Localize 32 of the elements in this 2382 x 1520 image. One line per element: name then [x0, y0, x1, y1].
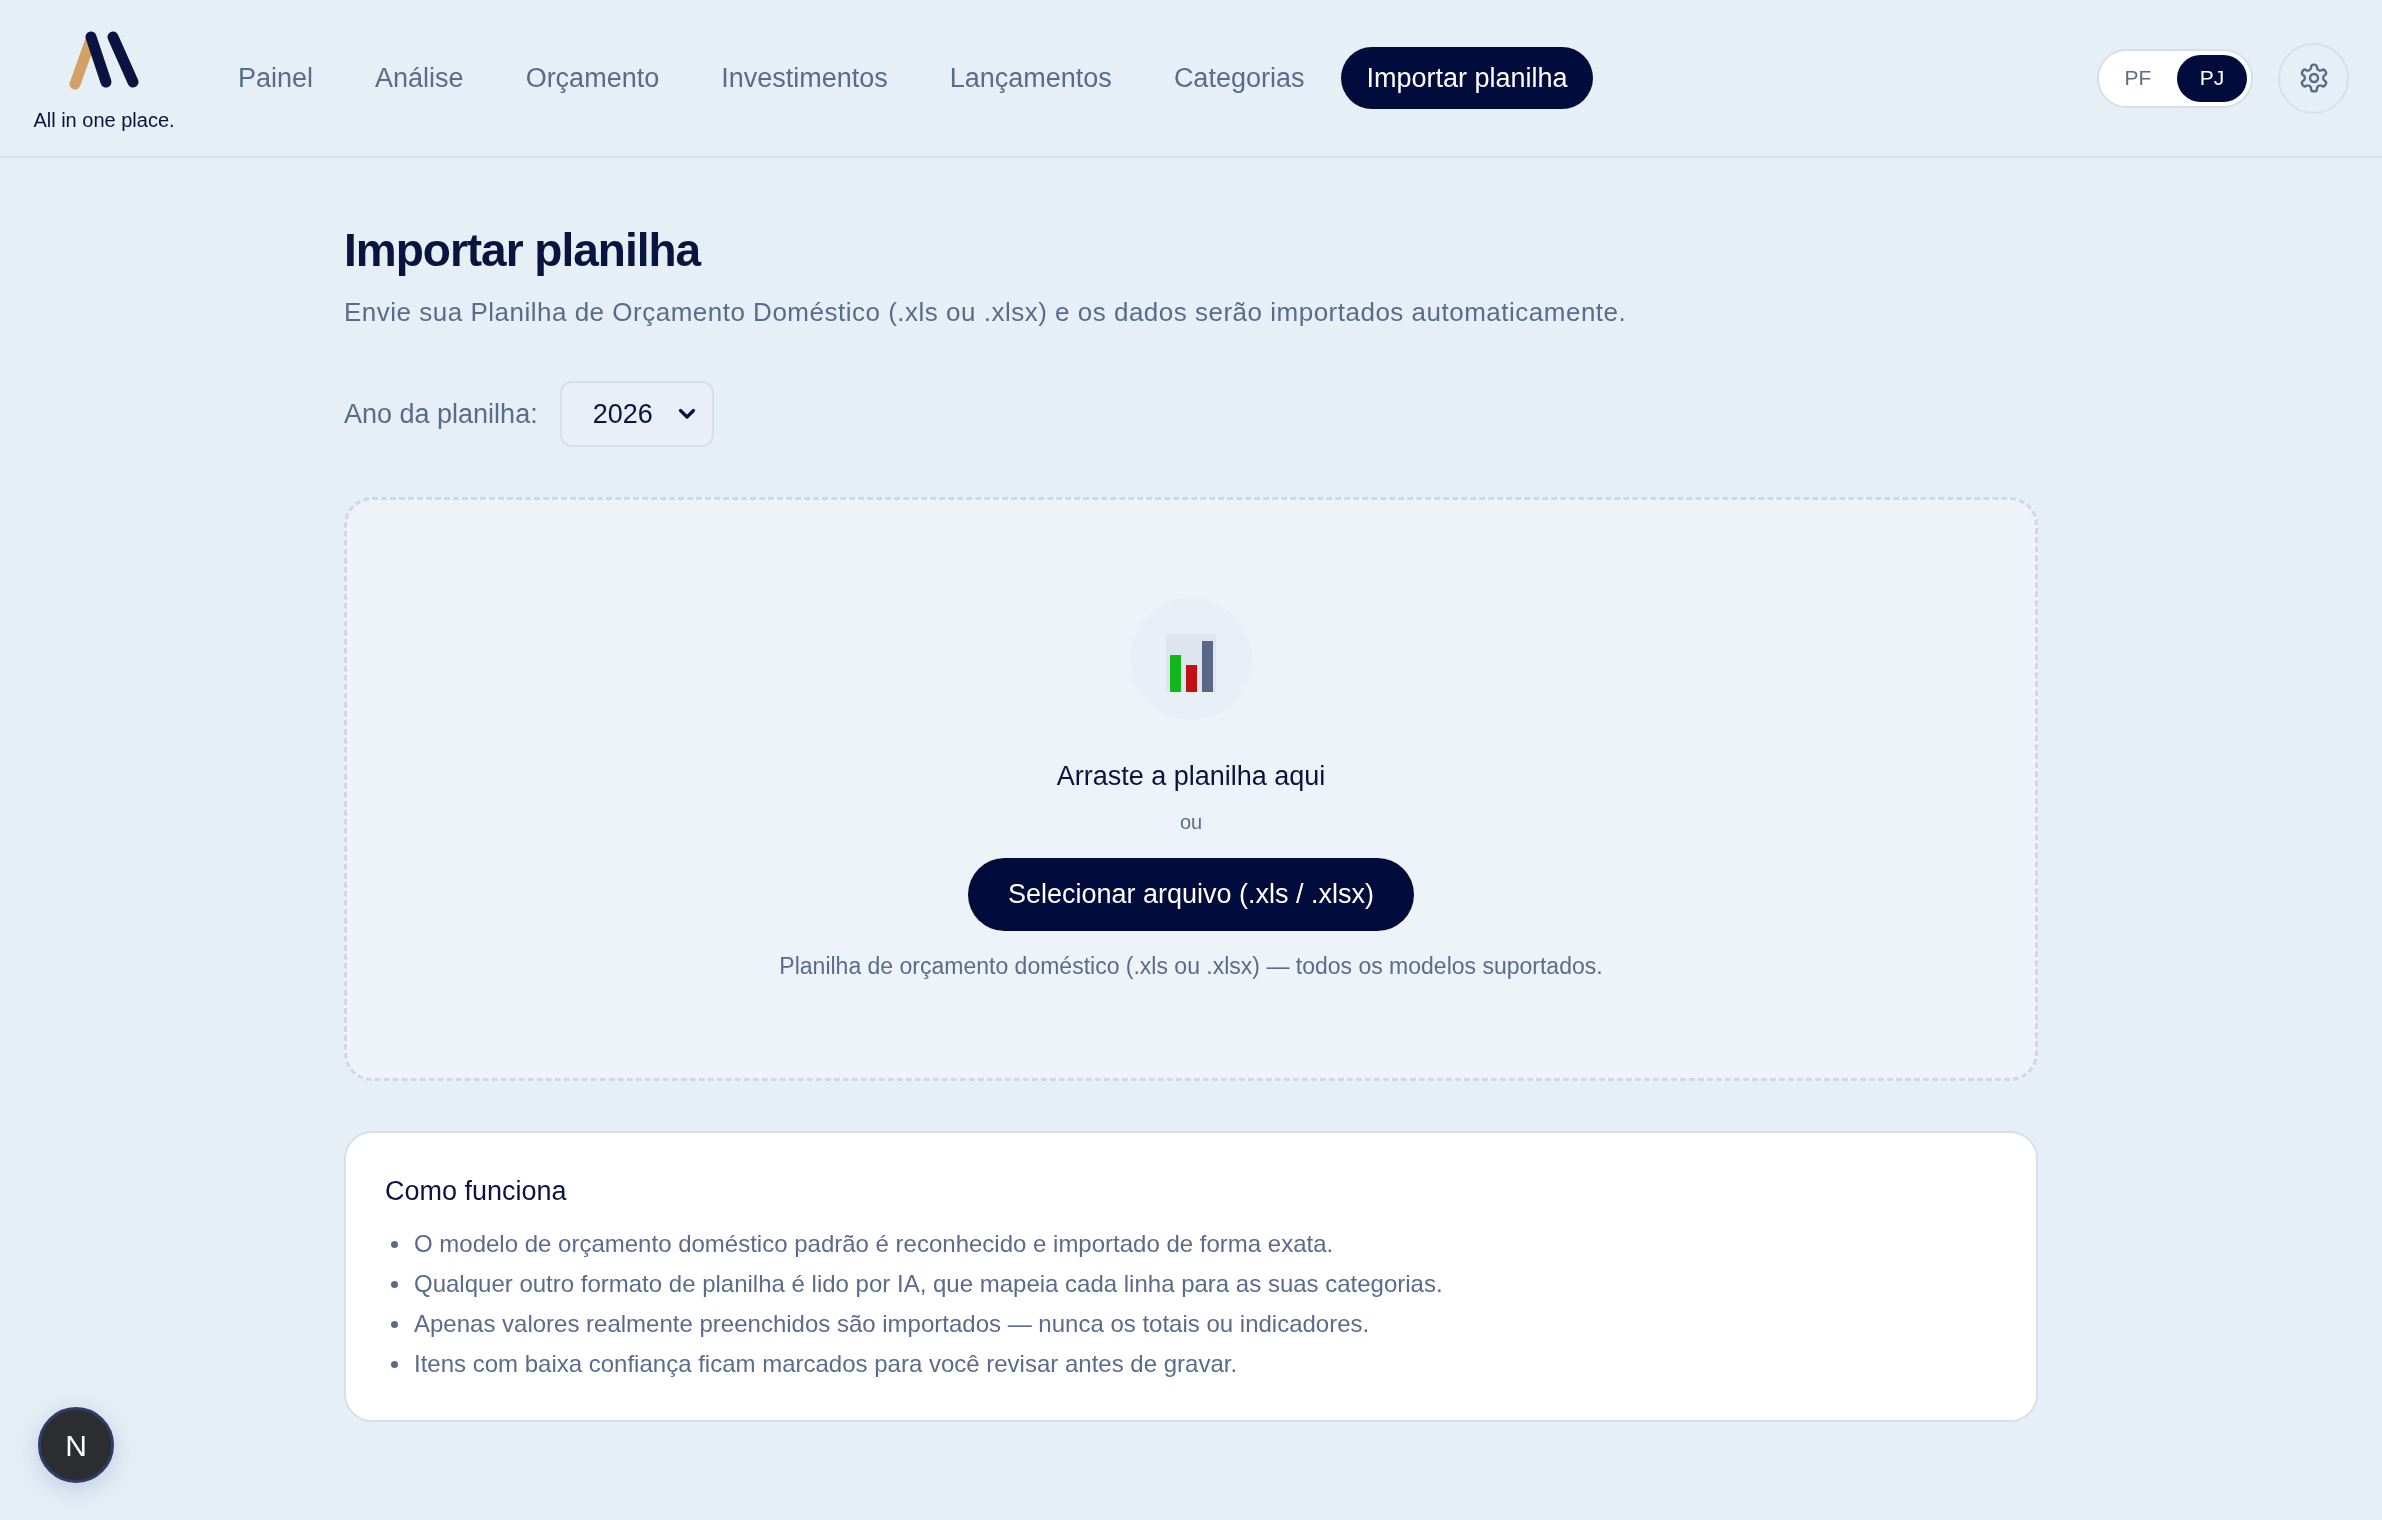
- bullet-icon: [391, 1320, 398, 1328]
- toggle-option[interactable]: PF: [2103, 54, 2173, 102]
- nav-link[interactable]: Painel: [213, 47, 339, 109]
- info-item: Qualquer outro formato de planilha é lido por IA, que mapeia cada linha para as suas categorias.: [414, 1269, 1443, 1299]
- nav-link[interactable]: Investimentos: [696, 47, 913, 109]
- logo-icon: [67, 30, 141, 90]
- brand-tagline: All in one place.: [33, 108, 175, 133]
- year-label: Ano da planilha:: [344, 397, 538, 431]
- year-select[interactable]: 2026: [559, 381, 714, 447]
- chevron-down-icon: [677, 408, 696, 420]
- nav-link[interactable]: Importar planilha: [1341, 47, 1593, 109]
- toggle-option[interactable]: PJ: [2177, 54, 2247, 102]
- info-item: Itens com baixa confiança ficam marcados para você revisar antes de gravar.: [414, 1349, 1238, 1379]
- info-item: O modelo de orçamento doméstico padrão é reconhecido e importado de forma exata.: [414, 1229, 1334, 1259]
- floating-badge-button[interactable]: N: [38, 1407, 114, 1483]
- drop-zone[interactable]: Arraste a planilha aqui ou Selecionar arquivo (.xls / .xlsx) Planilha de orçamento doméstico (.xls ou .xlsx) — todos os modelos suportados.: [344, 497, 2038, 1081]
- page-title: Importar planilha: [344, 223, 701, 278]
- nav-link[interactable]: Categorias: [1148, 47, 1330, 109]
- nav-link[interactable]: Orçamento: [500, 47, 685, 109]
- card-title: Como funciona: [385, 1175, 567, 1208]
- info-item: Apenas valores realmente preenchidos são importados — nunca os totais ou indicadores.: [414, 1309, 1370, 1339]
- separator-text: ou: [1179, 810, 1203, 835]
- bullet-icon: [391, 1280, 398, 1288]
- bullet-icon: [391, 1360, 398, 1368]
- page-subtitle: Envie sua Planilha de Orçamento Doméstico (.xls ou .xlsx) e os dados serão importados automaticamente.: [344, 296, 1627, 329]
- select-file-button[interactable]: Selecionar arquivo (.xls / .xlsx): [967, 858, 1415, 931]
- nav-link[interactable]: Análise: [350, 47, 489, 109]
- nav-link[interactable]: Lançamentos: [924, 47, 1137, 109]
- file-hint: Planilha de orçamento doméstico (.xls ou .xlsx) — todos os modelos suportados.: [779, 952, 1603, 981]
- drop-zone-heading: Arraste a planilha aqui: [1056, 760, 1326, 793]
- bullet-icon: [391, 1240, 398, 1248]
- settings-button[interactable]: [2278, 42, 2349, 114]
